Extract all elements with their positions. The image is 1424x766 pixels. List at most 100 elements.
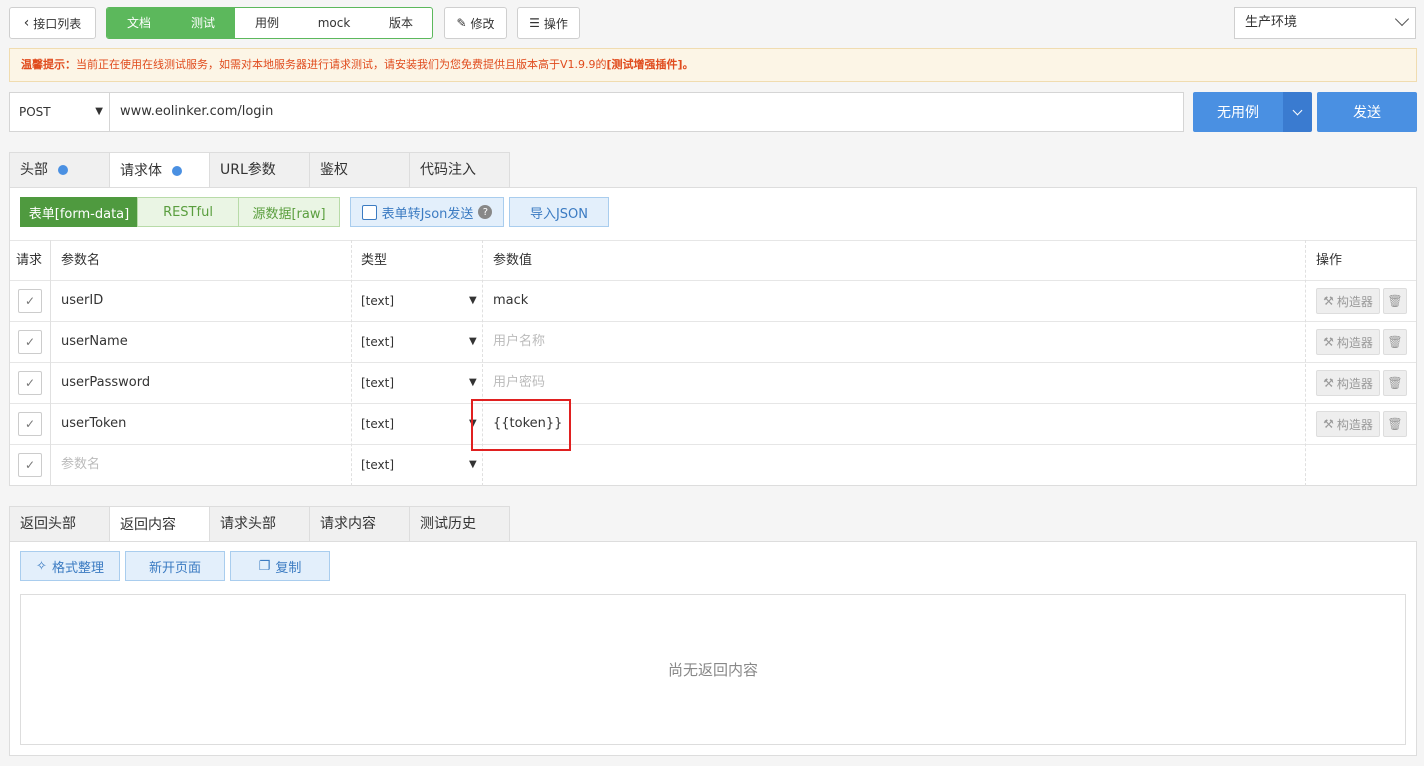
format-label: 格式整理 — [51, 560, 104, 576]
tab-auth[interactable]: 鉴权 — [309, 152, 410, 187]
tab-case[interactable]: 用例 — [235, 8, 299, 38]
table-header: 请求 参数名 类型 参数值 操作 — [10, 240, 1416, 281]
checkbox[interactable] — [361, 204, 377, 220]
param-name[interactable]: userPassword — [61, 363, 150, 403]
method-select[interactable]: POST ▼ — [9, 92, 110, 132]
response-tabs: 返回头部 返回内容 请求头部 请求内容 测试历史 — [9, 506, 510, 542]
new-page-button[interactable]: 新开页面 — [125, 551, 225, 581]
builder-button[interactable]: ⚒ 构造器 — [1316, 288, 1380, 314]
tab-body-label: 请求体 — [120, 162, 162, 179]
chevron-down-icon — [1394, 11, 1410, 27]
builder-button[interactable]: ⚒ 构造器 — [1316, 329, 1380, 355]
case-dropdown-button[interactable] — [1283, 92, 1312, 132]
tab-code-inject-label: 代码注入 — [420, 162, 476, 178]
edit-button[interactable]: ✎ 修改 — [444, 7, 507, 39]
trash-icon: 🗑 — [1387, 376, 1403, 390]
tab-test[interactable]: 测试 — [171, 8, 235, 38]
builder-label: 构造器 — [1336, 294, 1373, 309]
indicator-dot-icon — [58, 165, 68, 175]
delete-row-button[interactable]: 🗑 — [1383, 411, 1407, 437]
format-button[interactable]: ✧ 格式整理 — [20, 551, 120, 581]
param-name[interactable]: userID — [61, 281, 103, 321]
header-param-value: 参数值 — [493, 253, 533, 268]
indicator-dot-icon — [172, 165, 182, 176]
import-json-button[interactable]: 导入JSON — [509, 197, 609, 227]
copy-icon: ❐ — [258, 558, 271, 574]
plugin-link[interactable]: [测试增强插件]。 — [607, 58, 694, 71]
column-divider — [351, 240, 352, 486]
param-name[interactable]: userName — [61, 322, 128, 362]
delete-row-button[interactable]: 🗑 — [1383, 329, 1407, 355]
row-enable-checkbox[interactable]: ✓ — [18, 371, 42, 395]
builder-button[interactable]: ⚒ 构造器 — [1316, 411, 1380, 437]
tools-icon: ⚒ — [1323, 417, 1334, 431]
tab-response-body[interactable]: 返回内容 — [109, 506, 210, 542]
mode-form-data[interactable]: 表单[form-data] — [20, 197, 138, 227]
param-type[interactable]: [text] — [361, 445, 394, 485]
param-value[interactable]: mack — [493, 281, 528, 321]
dropdown-arrow-icon: ▼ — [469, 336, 477, 347]
tab-doc[interactable]: 文档 — [107, 8, 171, 38]
trash-icon: 🗑 — [1387, 417, 1403, 431]
param-name[interactable]: userToken — [61, 404, 126, 444]
param-type[interactable]: [text] — [361, 322, 394, 362]
tab-version[interactable]: 版本 — [369, 8, 432, 38]
notice-prefix: 温馨提示： — [21, 58, 76, 71]
tab-request-headers[interactable]: 请求头部 — [209, 506, 310, 541]
view-tabs: 文档 测试 用例 mock 版本 — [106, 7, 433, 39]
param-name-placeholder[interactable]: 参数名 — [61, 445, 100, 485]
dropdown-arrow-icon: ▼ — [95, 106, 103, 117]
operations-button[interactable]: ☰ 操作 — [517, 7, 580, 39]
form-to-json-toggle[interactable]: 表单转Json发送 ? — [350, 197, 504, 227]
environment-select[interactable]: 生产环境 — [1234, 7, 1416, 39]
tab-test-history[interactable]: 测试历史 — [409, 506, 510, 541]
trash-icon: 🗑 — [1387, 335, 1403, 349]
notice-text: 当前正在使用在线测试服务，如需对本地服务器进行请求测试，请安装我们为您免费提供且… — [76, 58, 607, 71]
header-type: 类型 — [361, 253, 388, 268]
row-enable-checkbox[interactable]: ✓ — [18, 330, 42, 354]
table-row: ✓ userID [text] ▼ mack ⚒ 构造器 🗑 — [10, 281, 1416, 322]
tools-icon: ⚒ — [1323, 335, 1334, 349]
row-enable-checkbox[interactable]: ✓ — [18, 289, 42, 313]
copy-button[interactable]: ❐ 复制 — [230, 551, 330, 581]
tab-request-headers-label: 请求头部 — [220, 516, 276, 532]
tab-response-headers-label: 返回头部 — [20, 516, 76, 532]
mode-restful[interactable]: RESTful — [137, 197, 239, 227]
menu-icon: ☰ — [529, 16, 540, 30]
row-enable-checkbox[interactable]: ✓ — [18, 412, 42, 436]
param-type[interactable]: [text] — [361, 404, 394, 444]
tab-headers-label: 头部 — [20, 162, 48, 178]
help-icon[interactable]: ? — [478, 205, 493, 219]
delete-row-button[interactable]: 🗑 — [1383, 288, 1407, 314]
tab-auth-label: 鉴权 — [320, 162, 348, 178]
tab-code-inject[interactable]: 代码注入 — [409, 152, 510, 187]
send-label: 发送 — [1353, 105, 1381, 121]
copy-label: 复制 — [275, 560, 302, 576]
back-to-list-button[interactable]: ‹ 接口列表 — [9, 7, 96, 39]
tab-response-headers[interactable]: 返回头部 — [9, 506, 110, 541]
delete-row-button[interactable]: 🗑 — [1383, 370, 1407, 396]
tab-body[interactable]: 请求体 — [109, 152, 210, 188]
header-param-name: 参数名 — [61, 253, 101, 268]
tab-request-content[interactable]: 请求内容 — [309, 506, 410, 541]
table-row-new: ✓ 参数名 [text] ▼ — [10, 445, 1416, 486]
tab-headers[interactable]: 头部 — [9, 152, 110, 187]
row-enable-checkbox[interactable]: ✓ — [18, 453, 42, 477]
param-type[interactable]: [text] — [361, 363, 394, 403]
url-input[interactable]: www.eolinker.com/login — [109, 92, 1184, 132]
case-select-button[interactable]: 无用例 — [1193, 92, 1283, 132]
tab-mock[interactable]: mock — [299, 8, 369, 38]
send-button[interactable]: 发送 — [1317, 92, 1417, 132]
builder-label: 构造器 — [1336, 417, 1373, 432]
table-row: ✓ userPassword [text] ▼ 用户密码 ⚒ 构造器 🗑 — [10, 363, 1416, 404]
builder-label: 构造器 — [1336, 335, 1373, 350]
builder-button[interactable]: ⚒ 构造器 — [1316, 370, 1380, 396]
environment-value: 生产环境 — [1245, 15, 1298, 30]
param-type[interactable]: [text] — [361, 281, 394, 321]
param-value-placeholder[interactable]: 用户名称 — [493, 322, 545, 362]
mode-raw[interactable]: 源数据[raw] — [238, 197, 340, 227]
param-value-placeholder[interactable]: 用户密码 — [493, 363, 545, 403]
tab-url-params[interactable]: URL参数 — [209, 152, 310, 187]
trash-icon: 🗑 — [1387, 294, 1403, 308]
operations-label: 操作 — [543, 16, 568, 31]
